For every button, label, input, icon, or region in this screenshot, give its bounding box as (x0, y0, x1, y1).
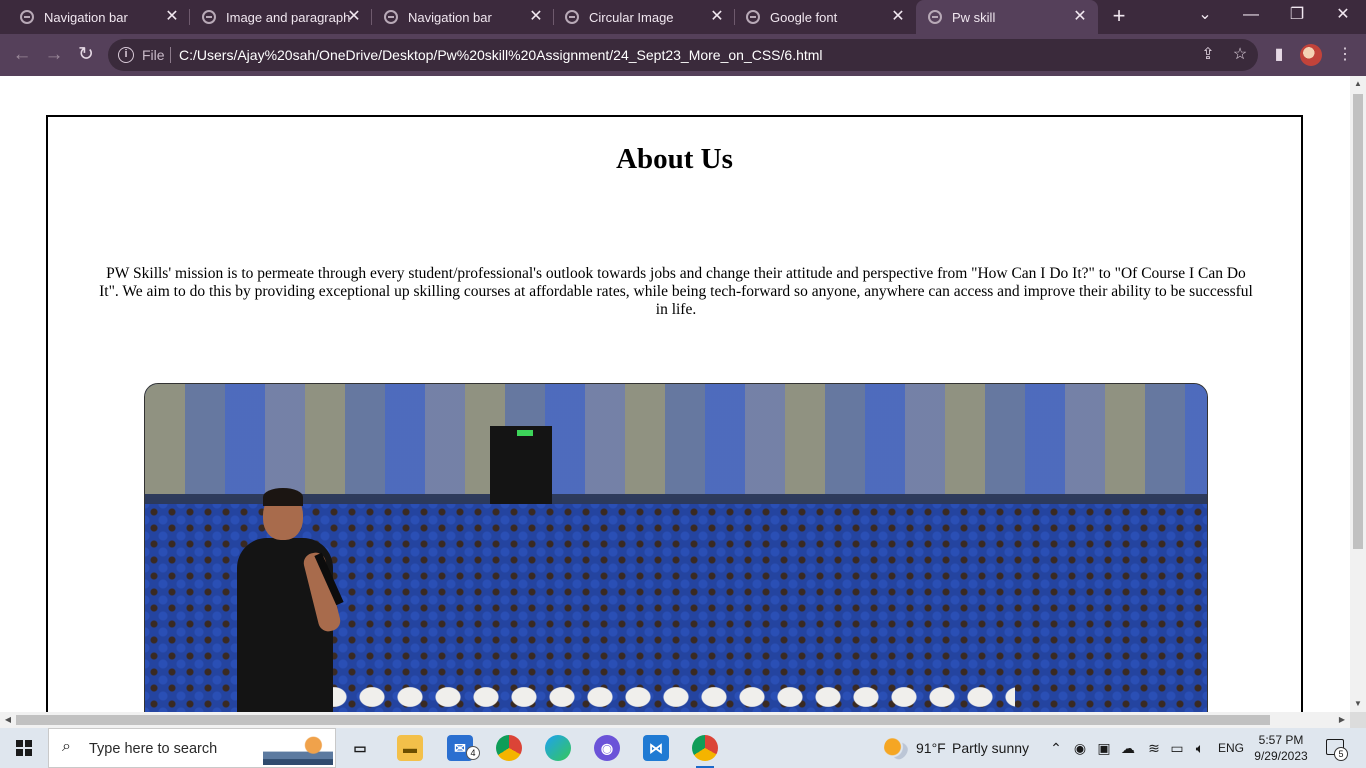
globe-icon (746, 10, 760, 24)
tab-search-chevron-icon[interactable]: ⌄ (1182, 0, 1228, 30)
globe-icon (565, 10, 579, 24)
tab-navigation-bar-2[interactable]: Navigation bar ✕ (364, 0, 554, 34)
task-view-icon[interactable]: ▭ (347, 735, 373, 761)
page-heading: About Us (616, 143, 733, 175)
tab-title: Circular Image (589, 9, 674, 25)
vscode-icon[interactable]: ⋈ (643, 735, 669, 761)
onedrive-cloud-icon[interactable]: ☁ (1119, 739, 1137, 757)
address-divider (170, 47, 171, 63)
close-tab-icon[interactable]: ✕ (164, 9, 180, 25)
language-indicator[interactable]: ENG (1218, 741, 1244, 755)
clock-time: 5:57 PM (1258, 733, 1304, 747)
about-section: About Us PW Skills' mission is to permea… (46, 115, 1303, 712)
clock-date: 9/29/2023 (1254, 749, 1308, 763)
tab-google-font[interactable]: Google font ✕ (726, 0, 916, 34)
url-text[interactable]: C:/Users/Ajay%20sah/OneDrive/Desktop/Pw%… (179, 47, 823, 63)
mission-paragraph: PW Skills' mission is to permeate throug… (99, 265, 1253, 318)
windows-start-icon[interactable] (16, 740, 32, 756)
search-placeholder: Type here to search (89, 741, 218, 757)
tab-title: Image and paragraph (226, 9, 351, 25)
tab-pw-skill[interactable]: Pw skill ✕ (916, 0, 1098, 34)
globe-icon (202, 10, 216, 24)
side-panel-icon[interactable]: ▮ (1268, 44, 1290, 66)
search-highlight-art (263, 735, 333, 765)
tab-title: Navigation bar (408, 9, 492, 25)
weather-temperature[interactable]: 91°F (916, 740, 946, 756)
tray-chevron-up-icon[interactable]: ⌃ (1047, 739, 1065, 757)
vertical-scrollbar[interactable]: ▲ ▼ (1350, 76, 1366, 712)
scroll-left-arrow-icon[interactable]: ◀ (0, 712, 16, 728)
scroll-up-arrow-icon[interactable]: ▲ (1350, 76, 1366, 92)
tab-circular-image[interactable]: Circular Image ✕ (545, 0, 735, 34)
auditorium-photo (144, 383, 1208, 712)
file-explorer-icon[interactable]: ▬ (397, 735, 423, 761)
tab-navigation-bar-1[interactable]: Navigation bar ✕ (0, 0, 190, 34)
photo-door (490, 426, 552, 516)
photo-speaker (227, 488, 344, 712)
globe-icon (928, 10, 942, 24)
volume-icon[interactable]: 🔈︎ (1191, 739, 1209, 757)
wifi-icon[interactable]: ≋ (1145, 739, 1163, 757)
weather-icon[interactable] (884, 736, 908, 760)
vertical-scroll-thumb[interactable] (1353, 94, 1363, 549)
scroll-down-arrow-icon[interactable]: ▼ (1350, 696, 1366, 712)
minimize-icon[interactable]: — (1228, 0, 1274, 30)
battery-icon[interactable]: ▭ (1168, 739, 1186, 757)
close-tab-icon[interactable]: ✕ (346, 9, 362, 25)
search-icon: ⌕ (62, 738, 71, 755)
address-bar[interactable]: i File C:/Users/Ajay%20sah/OneDrive/Desk… (108, 39, 1258, 71)
mail-badge: 4 (466, 746, 480, 760)
bookmark-star-icon[interactable]: ☆ (1230, 45, 1250, 65)
horizontal-scroll-thumb[interactable] (16, 715, 1270, 725)
share-icon[interactable]: ⇪ (1198, 45, 1218, 65)
forward-arrow-icon[interactable]: → (42, 43, 66, 67)
speaker-hair (263, 488, 303, 506)
notification-count-badge: 5 (1334, 747, 1348, 761)
menu-kebab-icon[interactable]: ⋮ (1334, 44, 1356, 66)
site-info-icon[interactable]: i (118, 47, 134, 63)
tab-strip: Navigation bar ✕ Image and paragraph ✕ N… (0, 0, 1366, 34)
tab-title: Google font (770, 9, 838, 25)
chrome-profile-icon[interactable] (692, 735, 718, 768)
tab-title: Pw skill (952, 9, 996, 25)
window-close-icon[interactable]: ✕ (1320, 0, 1366, 30)
back-arrow-icon[interactable]: ← (10, 43, 34, 67)
reload-icon[interactable]: ↻ (74, 43, 98, 67)
close-tab-icon[interactable]: ✕ (528, 9, 544, 25)
meet-now-icon[interactable]: ▣ (1095, 739, 1113, 757)
horizontal-scrollbar[interactable]: ◀ ▶ (0, 712, 1350, 728)
scrollbar-corner (1350, 712, 1366, 728)
discord-icon[interactable]: ◉ (594, 735, 620, 761)
system-clock[interactable]: 5:57 PM 9/29/2023 (1250, 732, 1312, 764)
windows-taskbar: ⌕ Type here to search ▭ ▬ ✉ ◉ ⋈ 91°F Par… (0, 728, 1366, 768)
taskbar-search-box[interactable]: ⌕ Type here to search (48, 728, 336, 768)
close-tab-icon[interactable]: ✕ (1072, 9, 1088, 25)
photo-wall (145, 384, 1207, 494)
tab-title: Navigation bar (44, 9, 128, 25)
scroll-right-arrow-icon[interactable]: ▶ (1334, 712, 1350, 728)
globe-icon (384, 10, 398, 24)
page-viewport: About Us PW Skills' mission is to permea… (0, 76, 1350, 712)
profile-avatar[interactable] (1300, 44, 1322, 66)
globe-icon (20, 10, 34, 24)
weather-condition[interactable]: Partly sunny (952, 740, 1029, 756)
restore-icon[interactable]: ❐ (1274, 0, 1320, 30)
photo-exit-sign (517, 430, 533, 436)
browser-toolbar: ← → ↻ i File C:/Users/Ajay%20sah/OneDriv… (0, 34, 1366, 76)
chrome-icon[interactable] (496, 735, 522, 761)
photo-empty-seats (315, 682, 1015, 712)
close-tab-icon[interactable]: ✕ (890, 9, 906, 25)
scheme-label: File (142, 47, 165, 63)
edge-icon[interactable] (545, 735, 571, 761)
close-tab-icon[interactable]: ✕ (709, 9, 725, 25)
record-icon[interactable]: ◉ (1071, 739, 1089, 757)
new-tab-button[interactable]: + (1108, 5, 1130, 27)
tab-image-and-paragraph[interactable]: Image and paragraph ✕ (182, 0, 372, 34)
